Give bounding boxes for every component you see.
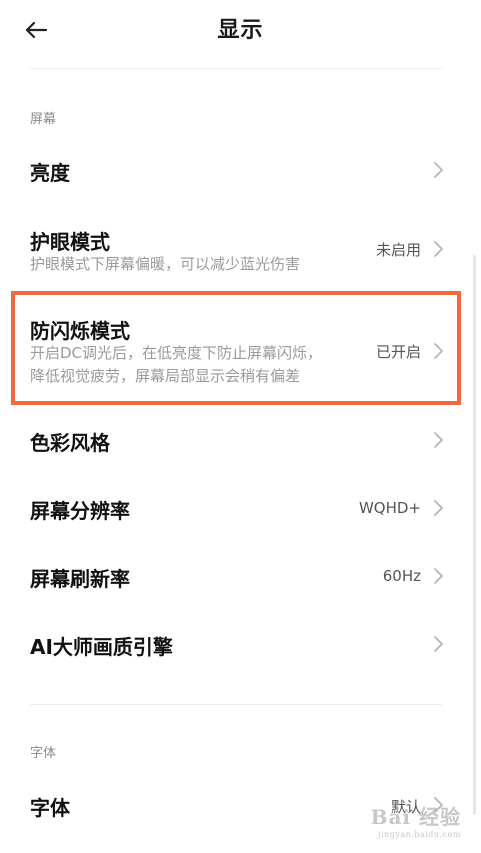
page-title: 显示 [217, 18, 264, 43]
setting-row-eye-care[interactable]: 护眼模式 护眼模式下屏幕偏暖，可以减少蓝光伤害 未启用 [0, 220, 481, 280]
scrollbar[interactable] [473, 255, 476, 815]
setting-row-anti-flicker[interactable]: 防闪烁模式 开启DC调光后，在低亮度下防止屏幕闪烁， 降低视觉疲劳，屏幕局部显示… [0, 305, 481, 395]
setting-row-color-style[interactable]: 色彩风格 [0, 415, 481, 465]
header-divider [30, 68, 442, 69]
setting-label: 防闪烁模式 [30, 319, 130, 343]
setting-description: 护眼模式下屏幕偏暖，可以减少蓝光伤害 [30, 255, 301, 273]
watermark-logo: Bai 经验 jingyan.baidu.com [371, 801, 461, 839]
section-label-font: 字体 [30, 746, 57, 761]
setting-row-brightness[interactable]: 亮度 [0, 145, 481, 195]
setting-label: 屏幕分辨率 [30, 499, 130, 523]
setting-label: 色彩风格 [30, 431, 110, 455]
chevron-right-icon [433, 499, 445, 517]
section-label-screen: 屏幕 [30, 112, 57, 127]
setting-value: WQHD+ [358, 499, 421, 517]
section-divider [30, 704, 442, 705]
setting-row-resolution[interactable]: 屏幕分辨率 WQHD+ [0, 483, 481, 533]
chevron-right-icon [433, 635, 445, 653]
chevron-right-icon [433, 342, 445, 360]
setting-description-line-2: 降低视觉疲劳，屏幕局部显示会稍有偏差 [30, 367, 301, 385]
setting-label: 屏幕刷新率 [30, 567, 130, 591]
setting-value: 已开启 [375, 343, 421, 361]
chevron-right-icon [433, 240, 445, 258]
watermark-sub-text: jingyan.baidu.com [378, 830, 461, 839]
setting-label: AI大师画质引擎 [30, 635, 173, 659]
setting-row-refresh-rate[interactable]: 屏幕刷新率 60Hz [0, 551, 481, 601]
setting-label: 亮度 [30, 161, 70, 185]
chevron-right-icon [433, 161, 445, 179]
setting-value: 未启用 [375, 241, 421, 259]
setting-label: 护眼模式 [30, 230, 110, 254]
watermark-main-text: Bai 经验 [370, 805, 461, 829]
setting-row-ai-engine[interactable]: AI大师画质引擎 [0, 619, 481, 669]
chevron-right-icon [433, 431, 445, 449]
setting-description-line-1: 开启DC调光后，在低亮度下防止屏幕闪烁， [30, 344, 323, 362]
header-bar: 显示 [0, 0, 481, 62]
setting-label: 字体 [30, 796, 70, 820]
setting-value: 60Hz [382, 567, 421, 585]
chevron-right-icon [433, 567, 445, 585]
